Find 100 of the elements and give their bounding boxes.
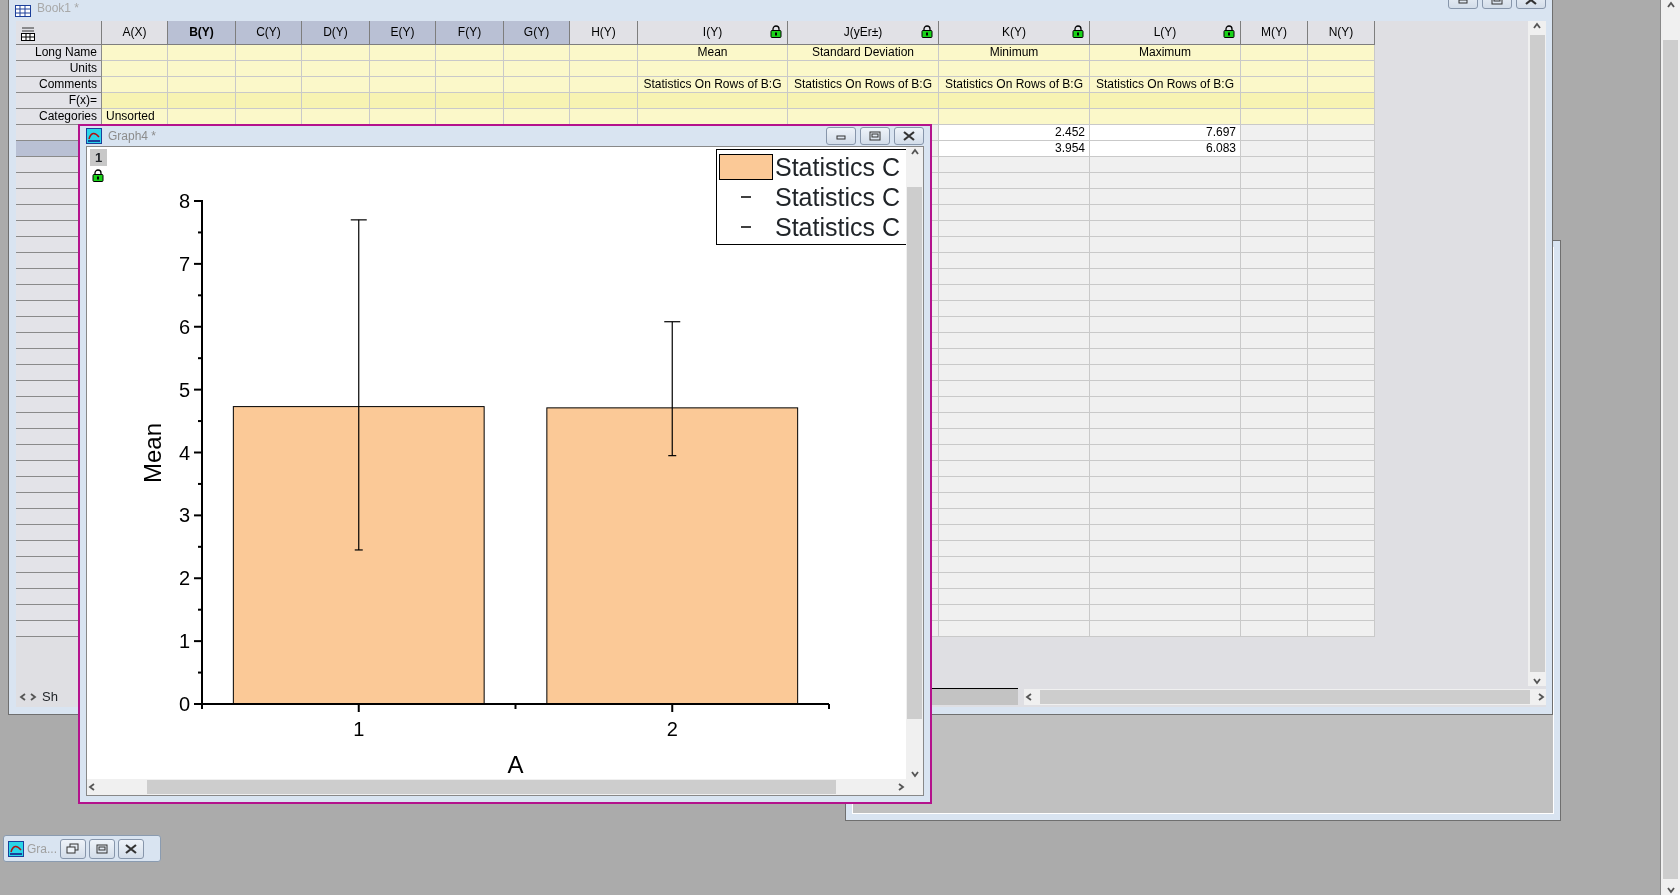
legend-label: Statistics C xyxy=(775,213,901,241)
table-cell xyxy=(1241,269,1308,285)
scroll-up-icon[interactable] xyxy=(1532,21,1542,31)
close-button[interactable] xyxy=(118,838,144,859)
table-cell xyxy=(1308,269,1375,285)
scroll-thumb[interactable] xyxy=(1663,40,1678,879)
window-title: Gra... xyxy=(27,840,57,858)
table-cell xyxy=(1308,253,1375,269)
table-cell xyxy=(1241,45,1308,61)
scroll-up-icon[interactable] xyxy=(1665,0,1676,10)
table-cell xyxy=(236,45,302,61)
table-cell: Unsorted xyxy=(102,109,168,125)
table-cell xyxy=(1308,365,1375,381)
table-cell xyxy=(1308,621,1375,637)
scrollbar[interactable] xyxy=(1023,688,1546,705)
table-cell xyxy=(504,45,570,61)
table-cell: Minimum xyxy=(939,45,1090,61)
column-header[interactable]: E(Y) xyxy=(370,21,436,45)
table-cell xyxy=(1241,397,1308,413)
axis-title: A xyxy=(507,751,524,778)
table-cell xyxy=(236,109,302,125)
table-cell xyxy=(1241,573,1308,589)
table-cell xyxy=(168,45,236,61)
scroll-left-icon[interactable] xyxy=(1023,691,1034,702)
close-button[interactable] xyxy=(894,127,924,145)
next-sheet-icon[interactable] xyxy=(28,691,38,702)
scroll-thumb[interactable] xyxy=(147,780,836,794)
restore-button[interactable] xyxy=(60,838,86,859)
table-cell xyxy=(1308,77,1375,93)
table-cell xyxy=(1308,93,1375,109)
minimize-button[interactable] xyxy=(826,127,856,145)
sheet-tab[interactable]: Sh xyxy=(42,686,58,707)
column-header[interactable]: J(yEr±) xyxy=(788,21,939,45)
axis-title: Mean xyxy=(139,423,166,483)
table-cell xyxy=(1308,61,1375,77)
table-cell xyxy=(1308,349,1375,365)
scroll-right-icon[interactable] xyxy=(896,782,906,792)
table-cell xyxy=(1241,621,1308,637)
table-cell xyxy=(102,45,168,61)
scroll-down-icon[interactable] xyxy=(909,769,920,779)
column-header[interactable]: N(Y) xyxy=(1308,21,1375,45)
table-cell xyxy=(1241,205,1308,221)
table-cell xyxy=(1241,141,1308,157)
table-cell xyxy=(1308,589,1375,605)
table-icon xyxy=(15,5,31,17)
graph-icon xyxy=(86,128,102,144)
sort-table-icon[interactable] xyxy=(20,24,36,41)
table-cell xyxy=(1241,349,1308,365)
column-header[interactable]: L(Y) xyxy=(1090,21,1241,45)
table-cell xyxy=(1241,381,1308,397)
table-cell: Mean xyxy=(638,45,788,61)
table-cell xyxy=(1308,557,1375,573)
scroll-thumb[interactable] xyxy=(907,187,922,719)
row-label: Long Name xyxy=(16,45,102,61)
lock-icon xyxy=(1072,25,1084,38)
scroll-down-icon[interactable] xyxy=(1532,676,1542,686)
table-cell: 6.083 xyxy=(1090,141,1241,157)
table-cell xyxy=(1241,557,1308,573)
axis-tick-label: 0 xyxy=(178,693,190,715)
scroll-up-icon[interactable] xyxy=(909,147,920,157)
table-cell xyxy=(236,93,302,109)
scroll-down-icon[interactable] xyxy=(1665,885,1676,895)
column-header[interactable]: D(Y) xyxy=(302,21,370,45)
table-cell: Statistics On Rows of B:G xyxy=(1090,77,1241,93)
layer-button[interactable]: 1 xyxy=(90,149,107,166)
table-cell xyxy=(436,77,504,93)
scrollbar[interactable] xyxy=(1660,0,1680,895)
column-header[interactable]: H(Y) xyxy=(570,21,638,45)
scroll-left-icon[interactable] xyxy=(87,782,97,792)
column-header[interactable]: M(Y) xyxy=(1241,21,1308,45)
table-cell xyxy=(1241,301,1308,317)
table-cell xyxy=(1241,173,1308,189)
previous-sheet-icon[interactable] xyxy=(18,691,28,702)
table-cell xyxy=(370,93,436,109)
table-cell xyxy=(436,61,504,77)
row-label: F(x)= xyxy=(16,93,102,109)
axis-tick-label: 5 xyxy=(178,378,190,401)
lock-icon xyxy=(92,169,104,182)
table-cell xyxy=(1241,605,1308,621)
close-icon xyxy=(902,130,916,142)
scrollbar[interactable] xyxy=(87,779,923,795)
table-cell xyxy=(570,77,638,93)
column-header[interactable]: B(Y) xyxy=(168,21,236,45)
column-header[interactable]: F(Y) xyxy=(436,21,504,45)
column-header[interactable]: K(Y) xyxy=(939,21,1090,45)
table-cell: Statistics On Rows of B:G xyxy=(788,77,939,93)
column-header[interactable]: I(Y) xyxy=(638,21,788,45)
table-cell xyxy=(1241,77,1308,93)
table-cell xyxy=(1308,605,1375,621)
scrollbar[interactable] xyxy=(906,147,923,779)
column-header[interactable]: G(Y) xyxy=(504,21,570,45)
table-cell xyxy=(168,77,236,93)
column-header[interactable]: C(Y) xyxy=(236,21,302,45)
table-cell xyxy=(168,93,236,109)
scroll-right-icon[interactable] xyxy=(1536,691,1546,702)
scroll-thumb[interactable] xyxy=(1039,689,1530,704)
column-header[interactable]: A(X) xyxy=(102,21,168,45)
table-cell xyxy=(1308,109,1375,125)
table-cell xyxy=(570,93,638,109)
table-cell xyxy=(504,93,570,109)
